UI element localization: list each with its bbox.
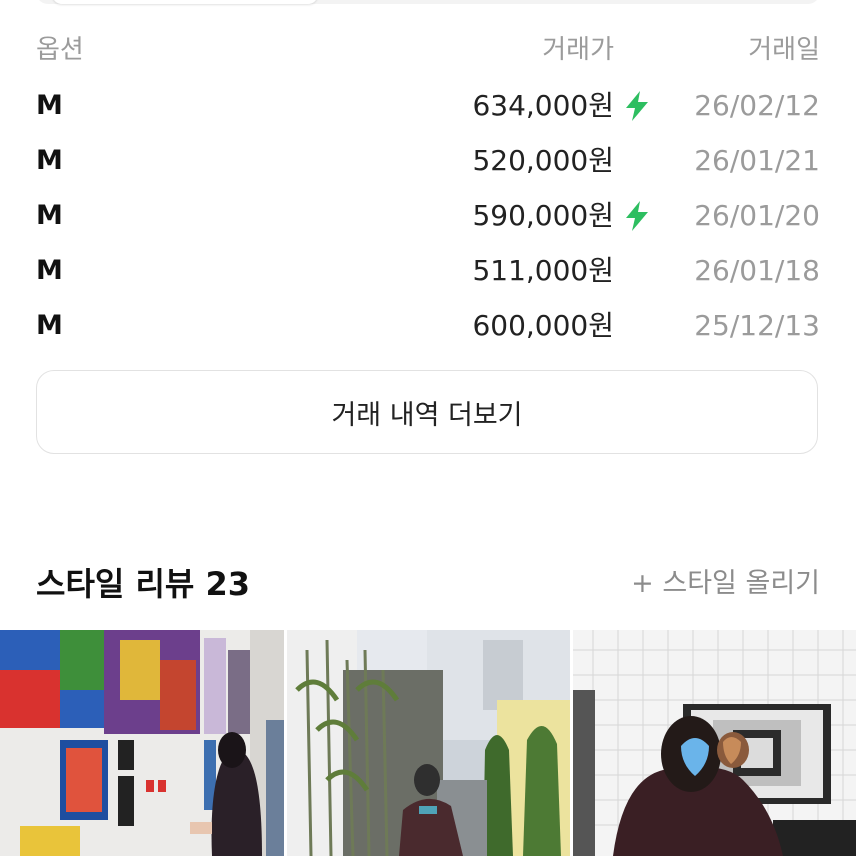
- row-date: 26/01/21: [694, 144, 820, 177]
- row-price: 520,000원: [472, 144, 614, 177]
- upload-style-link[interactable]: + 스타일 올리기: [631, 562, 820, 606]
- trade-history-page: 옵션 거래가 거래일 M 634,000원 26/02/12 M 520,000…: [0, 0, 856, 856]
- period-tab-selected[interactable]: [52, 0, 318, 4]
- row-date: 26/02/12: [694, 89, 820, 122]
- period-tabs[interactable]: [36, 0, 820, 4]
- more-trade-history-button[interactable]: 거래 내역 더보기: [36, 370, 818, 454]
- lightning-bolt-icon: [626, 201, 648, 231]
- row-option: M: [36, 90, 63, 121]
- header-date: 거래일: [748, 35, 820, 65]
- row-price: 600,000원: [472, 309, 614, 342]
- row-option: M: [36, 200, 63, 231]
- row-option: M: [36, 310, 63, 341]
- trade-table-header: 옵션 거래가 거래일: [36, 30, 820, 70]
- table-row: M 634,000원 26/02/12: [36, 80, 820, 135]
- style-review-gallery: [0, 630, 856, 856]
- row-option: M: [36, 145, 63, 176]
- style-review-title: 스타일 리뷰 23: [36, 565, 251, 603]
- row-date: 25/12/13: [694, 309, 820, 342]
- table-row: M 520,000원 26/01/21: [36, 135, 820, 190]
- header-option: 옵션: [36, 35, 84, 65]
- row-price: 511,000원: [472, 254, 614, 287]
- row-option: M: [36, 255, 63, 286]
- row-price: 590,000원: [472, 199, 614, 232]
- table-row: M 600,000원 25/12/13: [36, 300, 820, 355]
- lightning-bolt-icon: [626, 91, 648, 121]
- review-photo[interactable]: [0, 630, 284, 856]
- table-row: M 590,000원 26/01/20: [36, 190, 820, 245]
- row-date: 26/01/20: [694, 199, 820, 232]
- review-photo[interactable]: [573, 630, 856, 856]
- row-date: 26/01/18: [694, 254, 820, 287]
- trade-table-body: M 634,000원 26/02/12 M 520,000원 26/01/21 …: [36, 80, 820, 355]
- table-row: M 511,000원 26/01/18: [36, 245, 820, 300]
- header-price: 거래가: [542, 35, 614, 65]
- review-photo[interactable]: [287, 630, 570, 856]
- row-price: 634,000원: [472, 89, 614, 122]
